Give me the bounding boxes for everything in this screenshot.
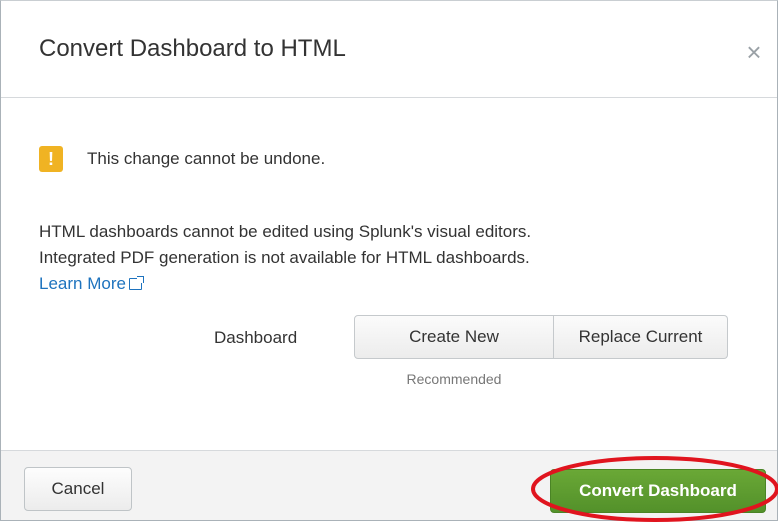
cancel-button[interactable]: Cancel <box>24 467 132 511</box>
description-line-1: HTML dashboards cannot be edited using S… <box>39 222 532 241</box>
warning-message: ! This change cannot be undone. <box>39 146 325 172</box>
convert-dashboard-dialog: Convert Dashboard to HTML × ! This chang… <box>0 0 778 522</box>
dashboard-option-toggle: Create New Replace Current <box>354 315 728 359</box>
dialog-description: HTML dashboards cannot be edited using S… <box>39 219 531 297</box>
dashboard-label: Dashboard <box>214 328 298 347</box>
convert-dashboard-button[interactable]: Convert Dashboard <box>550 469 766 513</box>
dialog-title: Convert Dashboard to HTML <box>39 35 346 62</box>
warning-icon: ! <box>39 146 63 172</box>
learn-more-link[interactable]: Learn More <box>39 274 126 293</box>
close-icon[interactable]: × <box>743 37 765 68</box>
external-link-icon <box>128 276 144 290</box>
dialog-header: Convert Dashboard to HTML × <box>1 1 777 98</box>
learn-more-row: Learn More <box>39 271 531 297</box>
recommended-hint: Recommended <box>406 371 502 387</box>
replace-current-button[interactable]: Replace Current <box>554 315 728 359</box>
create-new-button[interactable]: Create New <box>354 315 554 359</box>
description-line-2: Integrated PDF generation is not availab… <box>39 248 530 267</box>
warning-text: This change cannot be undone. <box>87 149 326 168</box>
